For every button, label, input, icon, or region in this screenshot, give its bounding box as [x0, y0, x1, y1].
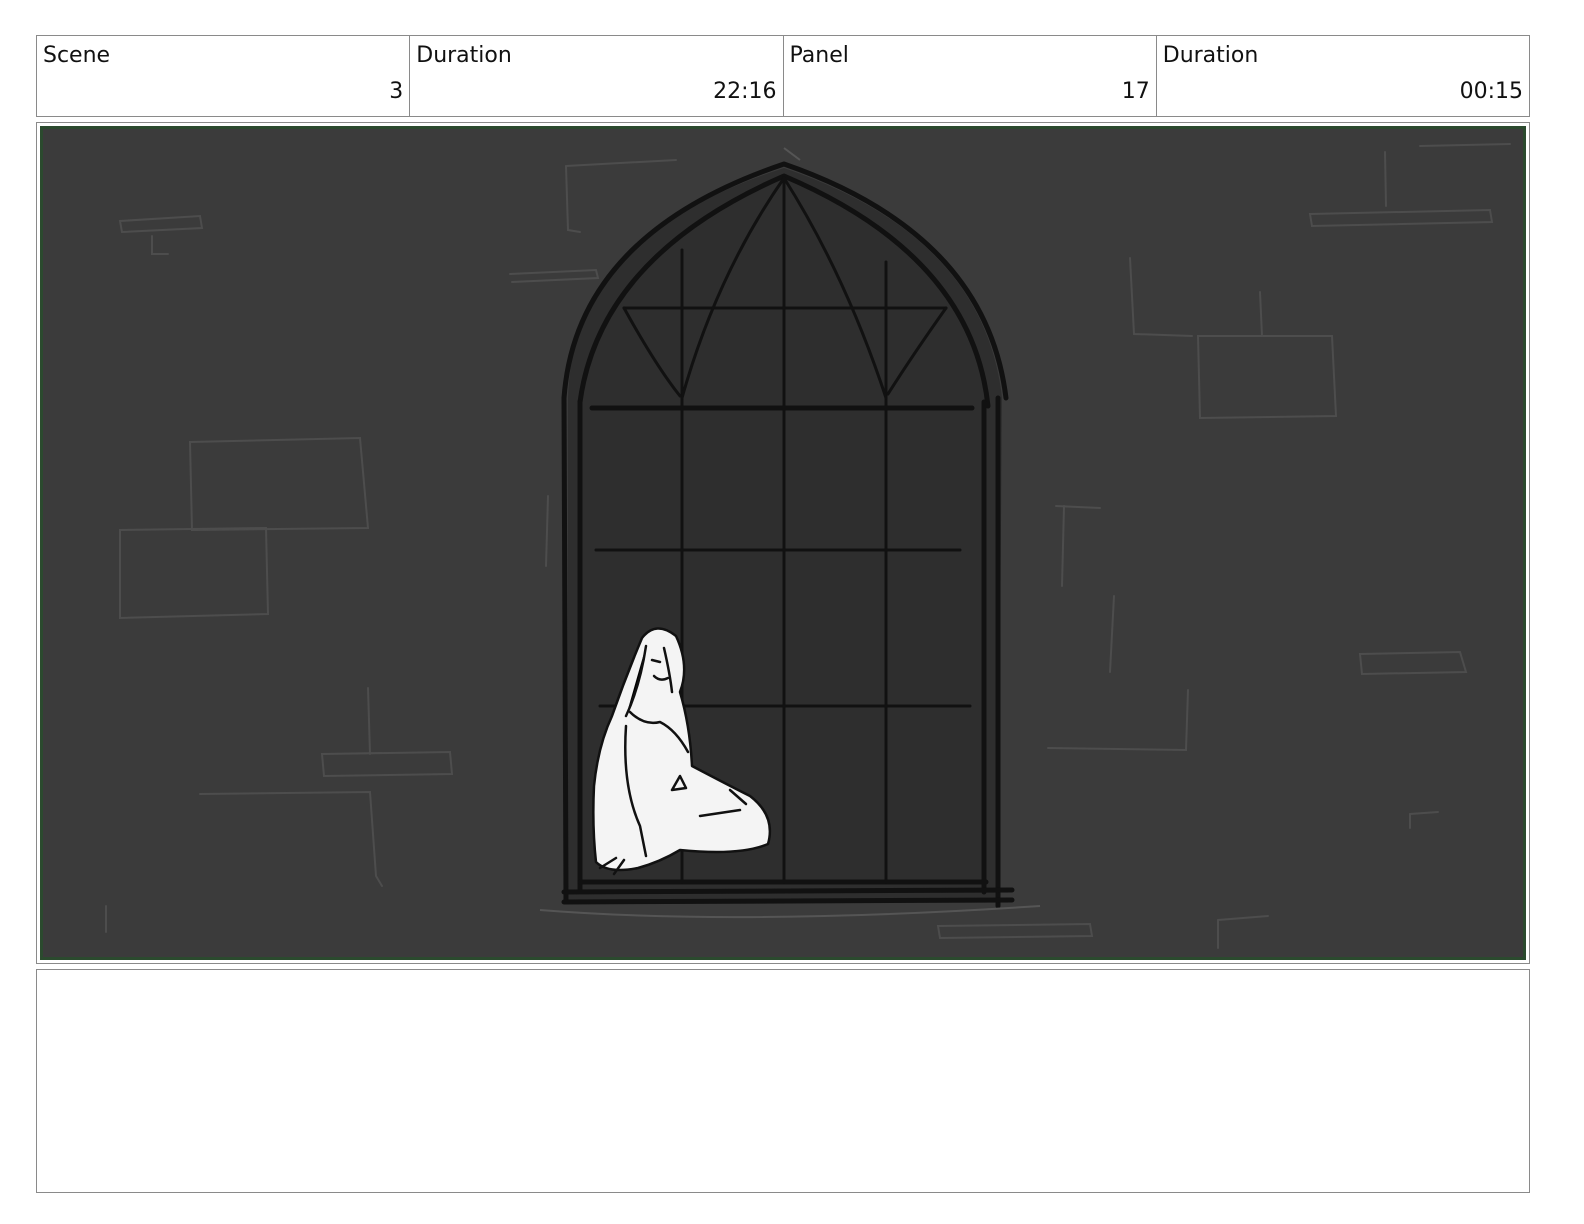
panel-artwork [40, 126, 1526, 960]
scene-duration-label: Duration [416, 43, 512, 68]
panel-number: 17 [1121, 79, 1150, 104]
panel-duration-value: 00:15 [1459, 79, 1523, 104]
panel-label: Panel [789, 43, 849, 68]
scene-duration-value: 22:16 [713, 79, 777, 104]
scene-number: 3 [389, 79, 404, 104]
panel-cell: Panel 17 [784, 36, 1157, 116]
scene-duration-cell: Duration 22:16 [410, 36, 784, 116]
storyboard-header: Scene 3 Duration 22:16 Panel 17 Duration… [36, 35, 1530, 117]
scene-cell: Scene 3 [37, 36, 411, 116]
scene-label: Scene [43, 43, 111, 68]
panel-notes-area[interactable] [36, 969, 1530, 1193]
panel-duration-cell: Duration 00:15 [1157, 36, 1529, 116]
panel-duration-label: Duration [1162, 43, 1259, 68]
panel-frame [36, 122, 1530, 964]
window-scene-sketch [43, 129, 1523, 957]
